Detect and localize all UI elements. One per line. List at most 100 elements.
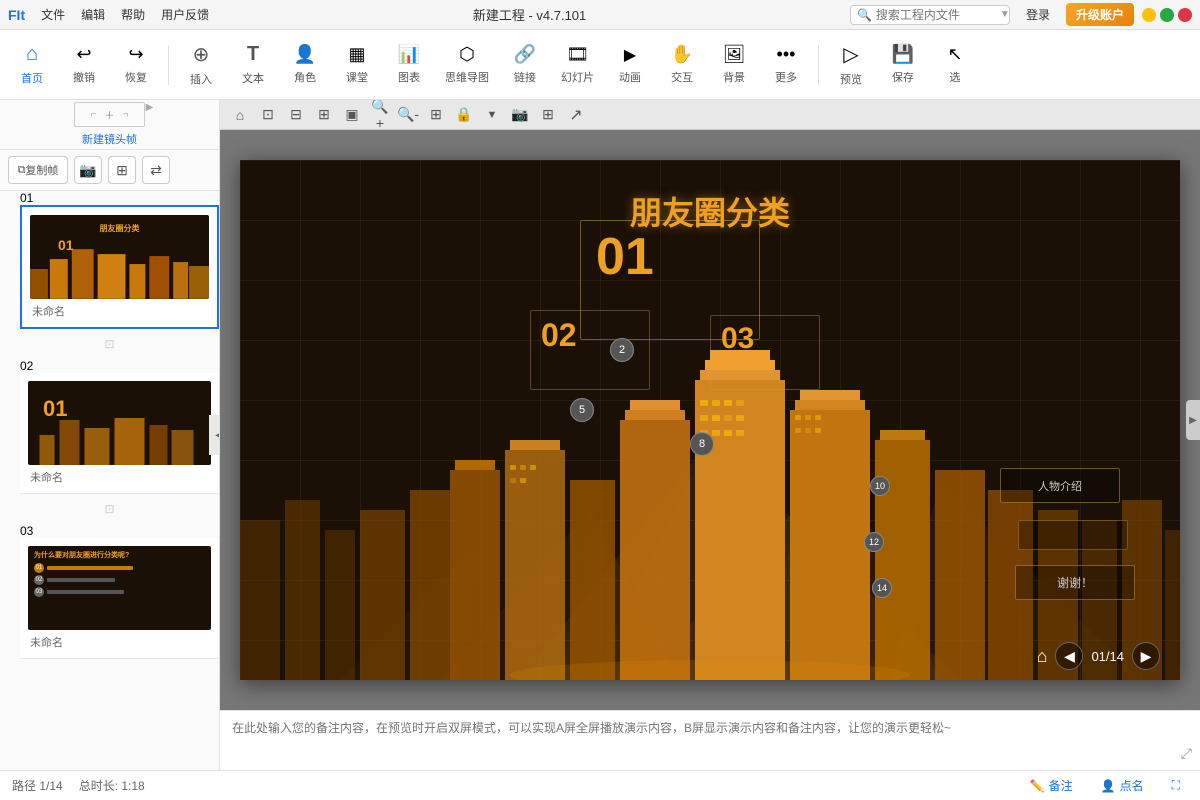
slide-icon: 🎞 (566, 44, 589, 65)
grid-button[interactable]: ⊞ (108, 156, 136, 184)
canvas-camera-btn[interactable]: 📷 (508, 103, 532, 127)
toolbar-preview[interactable]: ▷ 预览 (827, 35, 875, 95)
toolbar-more[interactable]: ••• 更多 (762, 35, 810, 95)
canvas-zoom-in2-btn[interactable]: ⊞ (312, 103, 336, 127)
toolbar-slide[interactable]: 🎞 幻灯片 (553, 35, 602, 95)
new-frame-button[interactable]: ⌐ ＋ ¬ ▶ 新建镜头帧 (0, 100, 219, 150)
notes-expand-button[interactable]: ⤢ (1181, 745, 1192, 762)
tag-button[interactable]: 👤 点名 (1093, 775, 1152, 796)
node-8[interactable]: 8 (690, 432, 714, 456)
next-slide-button[interactable]: ▶ (1132, 642, 1160, 670)
path-label: 路径 1/14 (12, 777, 63, 794)
anim-icon: ▶ (624, 45, 636, 65)
slide-01-item[interactable]: 朋友圈分类 01 未命名 (20, 205, 219, 329)
thumb-01-title: 朋友圈分类 (100, 223, 140, 234)
slide-01-num: 01 (20, 191, 33, 205)
toolbar-save[interactable]: 💾 保存 (879, 35, 927, 95)
main-canvas[interactable]: 朋友圈分类 01 02 03 2 5 (240, 160, 1180, 680)
toolbar-chart[interactable]: 📊 图表 (385, 35, 433, 95)
note-button[interactable]: ✏️ 备注 (1022, 775, 1081, 796)
canvas-grid-btn[interactable]: ⊞ (536, 103, 560, 127)
fullscreen-button[interactable]: ⛶ (1164, 776, 1188, 795)
slide-counter: 01/14 (1091, 649, 1124, 664)
menu-help[interactable]: 帮助 (121, 6, 145, 23)
node-14[interactable]: 14 (872, 578, 892, 598)
canvas-fit-btn[interactable]: ⊡ (256, 103, 280, 127)
node-5-label: 5 (579, 404, 585, 416)
tag-label: 点名 (1120, 777, 1144, 794)
canvas-lock-btn[interactable]: 🔒 (452, 103, 476, 127)
toolbar-mindmap[interactable]: ⬡ 思维导图 (437, 35, 497, 95)
right-panel-expand[interactable]: ▶ (1186, 400, 1200, 440)
canvas-home-icon[interactable]: ⌂ (1037, 646, 1048, 667)
window-title: 新建工程 - v4.7.101 (473, 5, 586, 24)
node-12[interactable]: 12 (864, 532, 884, 552)
canvas-more2-btn[interactable]: ↗ (564, 103, 588, 127)
photo-button[interactable]: 📷 (74, 156, 102, 184)
slide-03-title: 未命名 (28, 634, 211, 650)
search-box[interactable]: 🔍 ▼ (850, 5, 1010, 25)
close-button[interactable] (1178, 8, 1192, 22)
canvas-zoom-in-btn[interactable]: 🔍+ (368, 103, 392, 127)
spacer-icon-1: ⊡ (104, 337, 114, 351)
slide-02-wrapper: 02 01 未命名 (0, 359, 219, 494)
menu-file[interactable]: 文件 (41, 6, 65, 23)
toolbar-role[interactable]: 👤 角色 (281, 35, 329, 95)
num-label-03: 03 (721, 324, 754, 354)
notes-area: ⤢ (220, 710, 1200, 770)
copy-frame-button[interactable]: ⧉ 复制帧 (8, 156, 68, 184)
right-box-1[interactable]: 人物介绍 (1000, 468, 1120, 503)
login-button[interactable]: 登录 (1018, 4, 1058, 25)
prev-slide-button[interactable]: ◀ (1055, 642, 1083, 670)
slide-01-thumb: 朋友圈分类 01 (30, 215, 209, 299)
search-icon: 🔍 (857, 8, 872, 22)
slide-03-item[interactable]: 为什么要对朋友圈进行分类呢? 01 02 03 (20, 538, 219, 659)
canvas-fit2-btn[interactable]: ⊞ (424, 103, 448, 127)
search-dropdown-icon[interactable]: ▼ (1000, 9, 1010, 20)
menu-feedback[interactable]: 用户反馈 (161, 6, 209, 23)
canvas-frame-btn[interactable]: ▣ (340, 103, 364, 127)
toolbar-class[interactable]: ▦ 课堂 (333, 35, 381, 95)
toolbar-interact[interactable]: ✋ 交互 (658, 35, 706, 95)
swap-button[interactable]: ⇄ (142, 156, 170, 184)
menu-edit[interactable]: 编辑 (81, 6, 105, 23)
maximize-button[interactable] (1160, 8, 1174, 22)
link-icon: 🔗 (514, 44, 536, 65)
num-box-03[interactable]: 03 (710, 315, 820, 390)
preview-icon: ▷ (843, 42, 858, 67)
toolbar-link[interactable]: 🔗 链接 (501, 35, 549, 95)
minimize-button[interactable] (1142, 8, 1156, 22)
slide-02-item[interactable]: 01 未命名 (20, 373, 219, 494)
canvas-zoom-out2-btn[interactable]: ⊟ (284, 103, 308, 127)
add-frame-icon: ＋ (105, 107, 115, 122)
canvas-zoom-out-btn[interactable]: 🔍- (396, 103, 420, 127)
sidebar: ⌐ ＋ ¬ ▶ 新建镜头帧 ⧉ 复制帧 📷 ⊞ ⇄ 01 朋友圈分类 (0, 100, 220, 770)
node-5[interactable]: 5 (570, 398, 594, 422)
notes-textarea[interactable] (232, 719, 1188, 763)
mindmap-icon: ⬡ (459, 44, 475, 65)
toolbar-undo[interactable]: ↩ 撤销 (60, 35, 108, 95)
upgrade-button[interactable]: 升级账户 (1066, 3, 1134, 26)
toolbar-insert[interactable]: ⊕ 插入 (177, 35, 225, 95)
search-input[interactable] (876, 8, 996, 22)
canvas-home-btn[interactable]: ⌂ (228, 103, 252, 127)
node-10[interactable]: 10 (870, 476, 890, 496)
corner-tl: ⌐ (91, 109, 97, 120)
note-label: 备注 (1049, 777, 1073, 794)
slide-navigation: ⌂ ◀ 01/14 ▶ (1037, 642, 1160, 670)
right-box-2[interactable] (1018, 520, 1128, 550)
toolbar-home[interactable]: ⌂ 首页 (8, 35, 56, 95)
canvas-wrapper[interactable]: 朋友圈分类 01 02 03 2 5 (220, 130, 1200, 710)
toolbar-anim[interactable]: ▶ 动画 (606, 35, 654, 95)
toolbar-bg[interactable]: 🖼 背景 (710, 35, 758, 95)
sidebar-collapse-button[interactable]: ◀ (209, 415, 220, 455)
toolbar-select[interactable]: ↖ 选 (931, 35, 979, 95)
toolbar-text[interactable]: T 文本 (229, 35, 277, 95)
right-box-1-text: 人物介绍 (1038, 478, 1082, 494)
toolbar-redo[interactable]: ↪ 恢复 (112, 35, 160, 95)
canvas-lock2-btn[interactable]: ▼ (480, 103, 504, 127)
spacer-icon-2: ⊡ (104, 502, 114, 516)
right-box-3[interactable]: 谢谢！ (1015, 565, 1135, 600)
node-2[interactable]: 2 (610, 338, 634, 362)
text-icon: T (247, 43, 259, 66)
